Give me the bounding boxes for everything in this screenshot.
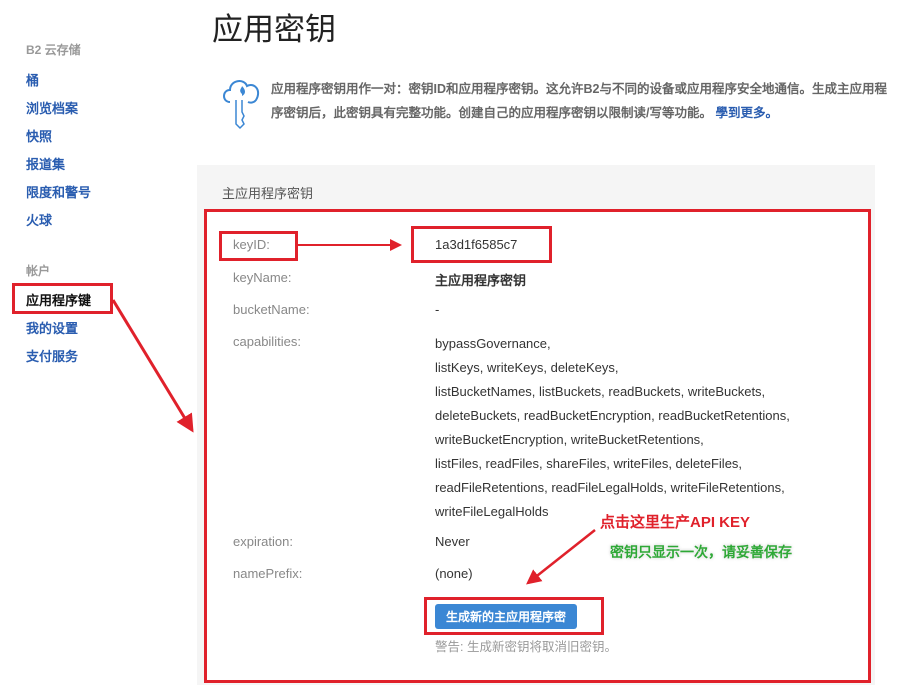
page-title: 应用密钥 [212,12,336,47]
annotation-show-once: 密钥只显示一次，请妥善保存 [610,544,792,560]
annotation-click-here: 点击这里生产API KEY [600,514,751,531]
sidebar-item-fireball[interactable]: 火球 [26,210,52,229]
sidebar-item-billing[interactable]: 支付服务 [26,346,78,365]
annotation-box-keyid-label [219,231,298,261]
sidebar-item-buckets[interactable]: 桶 [26,70,39,89]
master-key-heading: 主应用程序密钥 [222,186,314,201]
sidebar-section-account: 帐户 [26,264,51,278]
sidebar-item-snapshots[interactable]: 快照 [26,126,52,145]
info-text: 应用程序密钥用作一对：密钥ID和应用程序密钥。这允许B2与不同的设备或应用程序安… [271,77,891,125]
annotation-box-sidebar [12,283,113,314]
sidebar-section-b2: B2 云存储 [26,43,81,57]
cloud-key-icon [223,80,260,130]
sidebar-item-browse-files[interactable]: 浏览档案 [26,98,78,117]
info-description: 应用程序密钥用作一对：密钥ID和应用程序密钥。这允许B2与不同的设备或应用程序安… [271,82,887,120]
sidebar-item-caps-alerts[interactable]: 限度和警号 [26,182,91,201]
annotation-box-button [424,597,604,635]
sidebar-item-reports[interactable]: 报道集 [26,154,65,173]
annotation-box-keyid-value [411,226,552,263]
sidebar-item-my-settings[interactable]: 我的设置 [26,318,78,337]
arrow-sidebar [111,299,194,433]
learn-more-link[interactable]: 學到更多。 [715,106,778,120]
